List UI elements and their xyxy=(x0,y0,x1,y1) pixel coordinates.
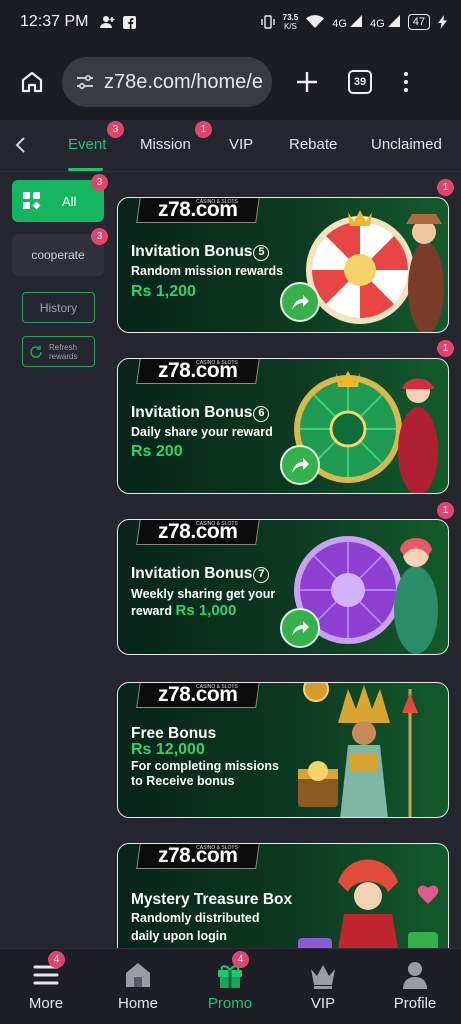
promo-card-invitation-bonus-7[interactable]: z78.com CASINO & SLOTS Invitation Bonus 7 … xyxy=(117,519,449,655)
z78-logo: z78.com CASINO & SLOTS xyxy=(136,683,260,708)
filter-all-label: All xyxy=(62,193,77,209)
card-title: Invitation Bonus 6 xyxy=(131,404,270,422)
go-arrow-button[interactable] xyxy=(280,608,320,648)
person-icon xyxy=(403,962,427,989)
tab-mission-badge: 1 xyxy=(195,121,212,138)
bottom-navigation: More 4 Home Promo 4 VIP Profile xyxy=(0,948,461,1024)
tab-vip[interactable]: VIP xyxy=(229,136,253,153)
z78-logo: z78.com CASINO & SLOTS xyxy=(136,359,260,384)
refresh-icon xyxy=(30,345,42,358)
card-subtitle-2: to Receive bonus xyxy=(131,774,235,788)
promo-card-invitation-bonus-6[interactable]: z78.com CASINO & SLOTS Invitation Bonus 6 … xyxy=(117,358,449,494)
active-tab-indicator xyxy=(68,168,103,171)
category-tabs: Event 3 Mission 1 VIP Rebate Unclaimed xyxy=(0,120,461,172)
vibrate-icon xyxy=(260,15,275,29)
card-title: Invitation Bonus 5 xyxy=(131,243,270,261)
z78-logo: z78.com CASINO & SLOTS xyxy=(136,198,260,223)
promo-card-invitation-bonus-5[interactable]: z78.com CASINO & SLOTS Invitation Bonus 5 … xyxy=(117,197,449,333)
tab-mission[interactable]: Mission xyxy=(140,136,191,153)
status-time: 12:37 PM xyxy=(20,13,89,30)
card-subtitle: For completing missions xyxy=(131,759,279,773)
home-outline-icon xyxy=(21,71,43,93)
arrow-right-icon xyxy=(292,295,309,310)
facebook-icon xyxy=(123,15,137,29)
nav-profile[interactable]: Profile xyxy=(375,959,455,1012)
tab-rebate[interactable]: Rebate xyxy=(289,136,337,153)
nav-promo-badge: 4 xyxy=(232,951,249,968)
nav-home[interactable]: Home xyxy=(98,959,178,1012)
card-subtitle: Randomly distributed xyxy=(131,911,260,925)
url-text: z78e.com/home/e xyxy=(104,70,263,93)
address-bar[interactable]: z78e.com/home/e xyxy=(62,57,272,107)
promo-card-mystery-treasure-box[interactable]: z78.com CASINO & SLOTS Mystery Treasure B… xyxy=(117,843,449,963)
arrow-right-icon xyxy=(292,621,309,636)
jester-illustration xyxy=(298,859,439,962)
browser-toolbar: z78e.com/home/e 39 xyxy=(0,44,461,120)
signal-4g-1: 4G xyxy=(332,14,362,30)
crown-icon xyxy=(311,965,335,989)
plus-icon xyxy=(297,72,317,92)
card-title: Mystery Treasure Box xyxy=(131,891,293,908)
card-badge: 1 xyxy=(437,502,454,519)
promo-card-free-bonus[interactable]: z78.com CASINO & SLOTS Free Bonus Rs 12,0… xyxy=(117,682,449,818)
card-title: Invitation Bonus 7 xyxy=(131,565,270,583)
browser-home-button[interactable] xyxy=(12,62,52,102)
tab-unclaimed[interactable]: Unclaimed xyxy=(371,136,442,153)
nav-vip[interactable]: VIP xyxy=(283,959,363,1012)
refresh-rewards-button[interactable]: Refresh rewards xyxy=(22,336,95,367)
net-speed: 73.5 K/S xyxy=(282,13,299,31)
signal-icon xyxy=(350,14,362,27)
back-chevron-icon[interactable] xyxy=(12,136,30,154)
nav-more-badge: 4 xyxy=(48,951,65,968)
card-subtitle: Weekly sharing get your xyxy=(131,587,276,601)
aztec-warrior-illustration xyxy=(298,683,418,817)
filter-all-button[interactable]: All xyxy=(12,180,104,222)
z78-logo: z78.com CASINO & SLOTS xyxy=(136,520,260,545)
grid-icon xyxy=(23,192,41,210)
card-subtitle: Daily share your reward xyxy=(131,425,273,439)
charging-icon xyxy=(438,15,447,29)
nav-more[interactable]: More xyxy=(6,959,86,1012)
arrow-right-icon xyxy=(292,458,309,473)
card-subtitle: Random mission rewards xyxy=(131,264,284,278)
go-arrow-button[interactable] xyxy=(280,282,320,322)
filter-cooperate-button[interactable]: cooperate xyxy=(12,234,104,276)
home-icon xyxy=(126,963,150,987)
go-arrow-button[interactable] xyxy=(280,445,320,485)
z78-logo: z78.com CASINO & SLOTS xyxy=(136,844,260,869)
person-add-icon xyxy=(100,16,115,28)
nav-promo[interactable]: Promo xyxy=(190,959,270,1012)
tab-event-badge: 3 xyxy=(107,121,124,138)
wifi-icon xyxy=(306,15,325,28)
tab-switcher-button[interactable]: 39 xyxy=(348,70,372,94)
filter-cooperate-badge: 3 xyxy=(91,228,108,245)
card-amount: Rs 1,200 xyxy=(131,283,196,300)
card-subtitle-2: reward Rs 1,000 xyxy=(131,602,237,619)
card-badge: 1 xyxy=(437,179,454,196)
browser-menu-button[interactable] xyxy=(404,72,408,92)
card-badge: 1 xyxy=(437,340,454,357)
card-amount: Rs 12,000 xyxy=(131,741,205,758)
new-tab-button[interactable] xyxy=(290,65,324,99)
card-amount: Rs 200 xyxy=(131,443,183,460)
card-subtitle-2: daily upon login xyxy=(131,929,227,943)
battery-level: 47 xyxy=(407,14,430,30)
signal-icon xyxy=(387,14,400,27)
tab-event[interactable]: Event xyxy=(68,136,106,153)
filter-sidebar: All 3 cooperate 3 History Refresh rewards xyxy=(0,172,112,948)
site-settings-icon[interactable] xyxy=(76,74,94,90)
status-bar: 12:37 PM 73.5 K/S 4G 4G 47 xyxy=(0,0,461,44)
history-button[interactable]: History xyxy=(22,292,95,323)
filter-all-badge: 3 xyxy=(91,174,108,191)
signal-4g-2: 4G xyxy=(370,14,400,30)
